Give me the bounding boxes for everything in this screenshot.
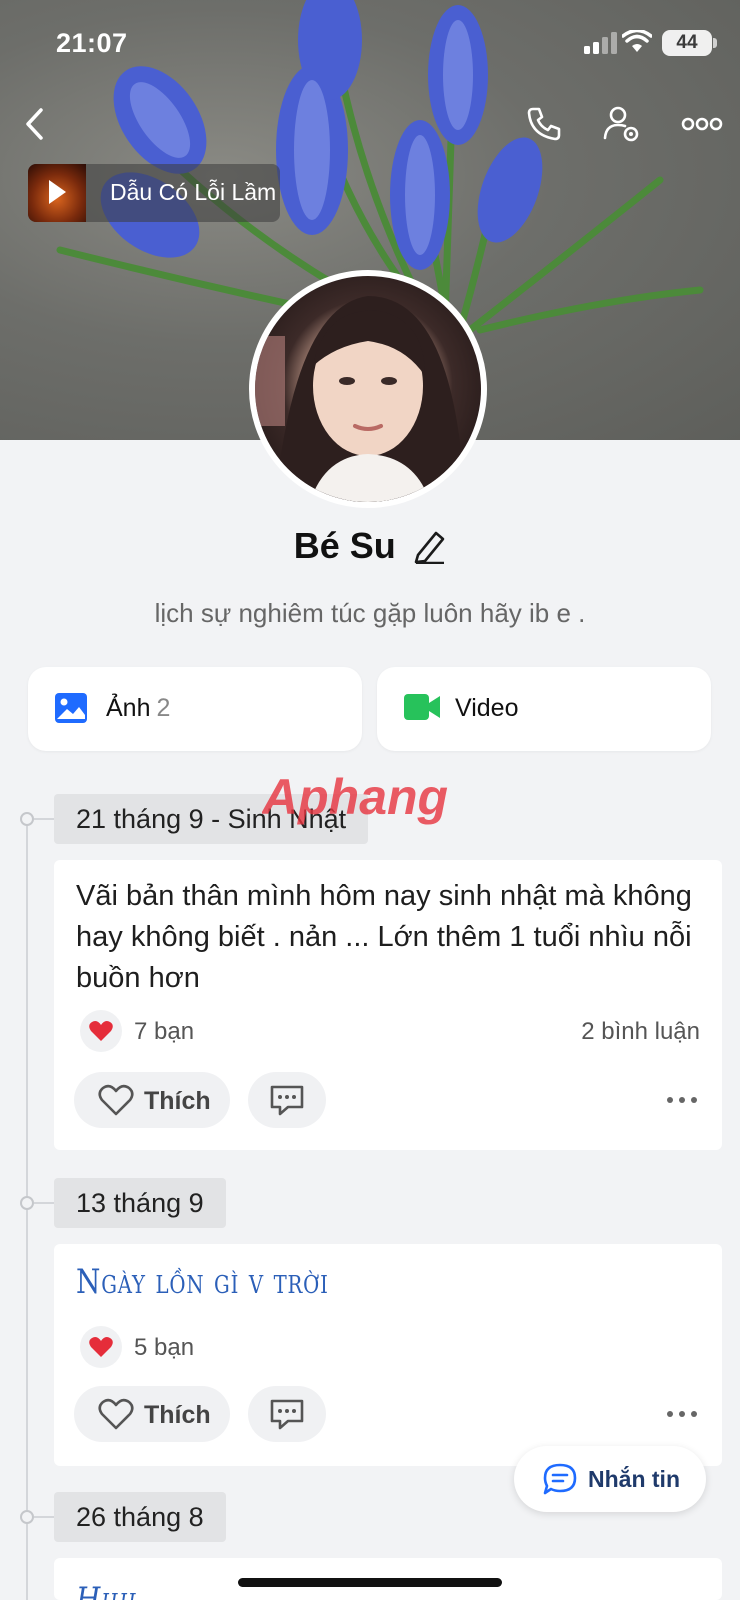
heart-icon: [89, 1021, 113, 1041]
post-text: Vãi bản thân mình hôm nay sinh nhật mà k…: [76, 880, 692, 994]
play-icon[interactable]: [46, 178, 68, 206]
timeline-dot: [20, 1196, 34, 1210]
battery-indicator: 44: [662, 30, 712, 56]
comment-button[interactable]: [248, 1072, 326, 1128]
wifi-icon: [622, 30, 652, 52]
post-more-button[interactable]: [662, 1085, 702, 1115]
reaction-count[interactable]: 7 bạn: [134, 1018, 194, 1046]
heart-icon: [89, 1337, 113, 1357]
video-label: Video: [455, 694, 519, 722]
call-button[interactable]: [516, 96, 572, 152]
timeline-connector: [34, 1202, 54, 1204]
home-indicator: [238, 1578, 502, 1587]
user-settings-icon: [603, 106, 639, 142]
timeline-connector: [34, 1516, 54, 1518]
post-card[interactable]: Ngày lồn gì v trời 5 bạn Thích: [54, 1244, 722, 1466]
profile-name-row: Bé Su: [0, 525, 740, 567]
reaction-count[interactable]: 5 bạn: [134, 1334, 194, 1362]
send-message-label: Nhắn tin: [588, 1466, 680, 1492]
post-text: Ngày lồn gì v trời: [76, 1262, 329, 1302]
like-button[interactable]: Thích: [74, 1386, 230, 1442]
post-more-button[interactable]: [662, 1399, 702, 1429]
post-text: Hihi: [76, 1580, 137, 1600]
date-chip: 26 tháng 8: [54, 1492, 226, 1542]
like-button[interactable]: Thích: [74, 1072, 230, 1128]
avatar[interactable]: [249, 270, 487, 508]
image-icon: [55, 693, 87, 723]
comment-icon: [270, 1085, 304, 1116]
timeline-dot: [20, 1510, 34, 1524]
phone-icon: [527, 107, 561, 141]
more-options-button[interactable]: [674, 96, 730, 152]
photos-count: 2: [156, 694, 171, 722]
watermark-logo: Aphang: [262, 770, 448, 825]
videos-card[interactable]: Video: [377, 667, 711, 751]
back-button[interactable]: [8, 96, 64, 152]
chevron-left-icon: [26, 108, 43, 140]
send-message-button[interactable]: Nhắn tin: [514, 1446, 706, 1512]
comment-count[interactable]: 2 bình luận: [581, 1018, 700, 1046]
comment-button[interactable]: [248, 1386, 326, 1442]
profile-settings-button[interactable]: [594, 96, 650, 152]
like-label: Thích: [144, 1087, 211, 1115]
profile-bio: lịch sự nghiêm túc gặp luôn hãy ib e .: [154, 598, 586, 628]
battery-cap: [713, 38, 717, 48]
date-chip: 13 tháng 9: [54, 1178, 226, 1228]
status-time: 21:07: [56, 28, 128, 58]
music-title: Dẫu Có Lỗi Lầm: [110, 179, 277, 205]
reaction-heart: [80, 1326, 122, 1368]
edit-pencil-icon[interactable]: [412, 528, 446, 564]
timeline-connector: [34, 818, 54, 820]
timeline-line: [26, 820, 28, 1600]
reaction-heart: [80, 1010, 122, 1052]
avatar-photo: [255, 296, 465, 502]
status-bar: 21:07 44: [0, 0, 740, 90]
watermark-text: Aphang: [262, 770, 448, 825]
heart-outline-icon: [98, 1398, 134, 1430]
video-camera-icon: [404, 694, 440, 720]
photos-card[interactable]: Ảnh 2: [28, 667, 362, 751]
message-bubble-icon: [543, 1463, 577, 1495]
like-label: Thích: [144, 1401, 211, 1429]
comment-icon: [270, 1399, 304, 1430]
photos-label-text: Ảnh: [106, 694, 151, 722]
heart-outline-icon: [98, 1084, 134, 1116]
post-card[interactable]: Vãi bản thân mình hôm nay sinh nhật mà k…: [54, 860, 722, 1150]
more-dots-icon: [667, 1411, 697, 1417]
timeline-dot: [20, 812, 34, 826]
cellular-signal-icon: [584, 32, 617, 54]
photos-label: Ảnh 2: [106, 694, 170, 723]
more-horizontal-icon: [681, 117, 723, 131]
more-dots-icon: [667, 1097, 697, 1103]
profile-name: Bé Su: [293, 525, 396, 566]
profile-music-player[interactable]: Dẫu Có Lỗi Lầm: [28, 164, 280, 222]
